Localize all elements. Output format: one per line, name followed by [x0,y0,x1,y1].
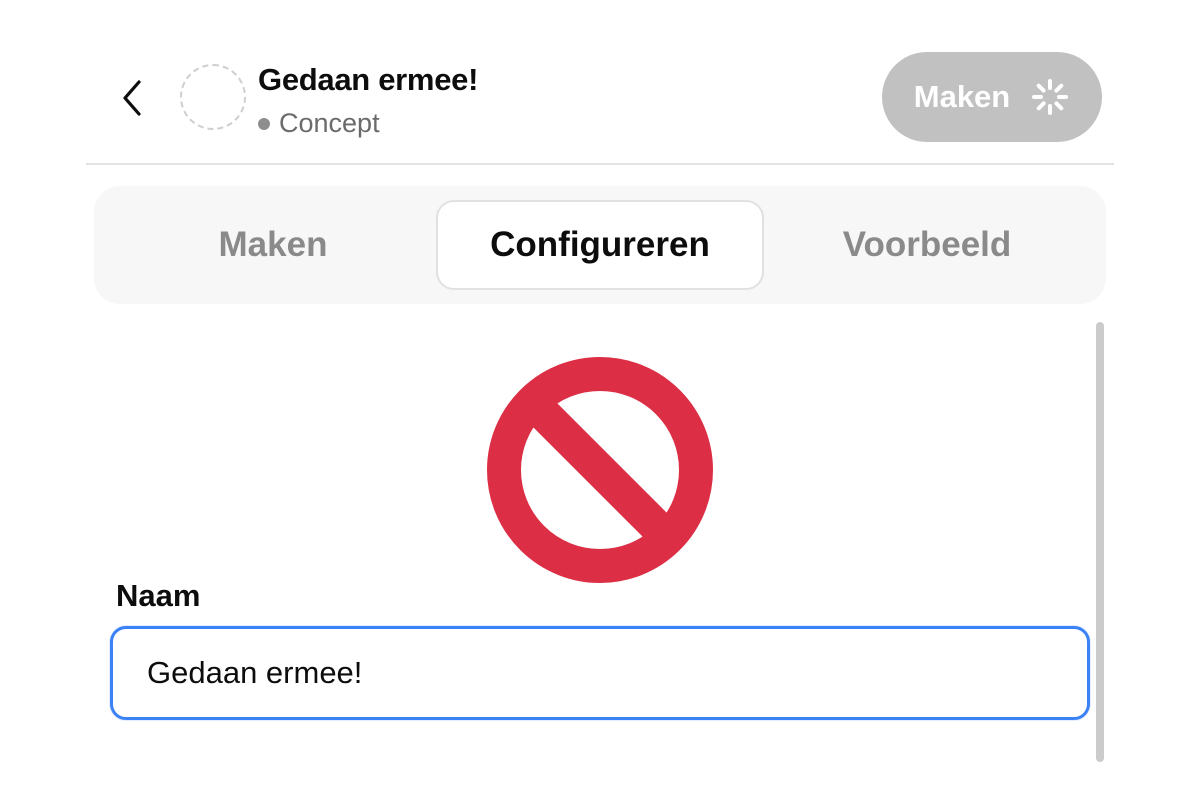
create-button-label: Maken [913,79,1011,114]
tab-preview[interactable]: Voorbeeld [764,200,1090,290]
gpt-avatar-placeholder[interactable] [180,64,246,130]
status-indicator: Concept [258,108,380,139]
name-field-label: Naam [116,578,201,613]
gpt-name: Gedaan ermee! [258,62,479,97]
prohibited-icon [487,357,713,583]
status-label: Concept [279,108,380,138]
tab-create[interactable]: Maken [114,200,432,290]
loading-spinner-icon [1032,79,1069,115]
tab-configure[interactable]: Configureren [436,200,764,290]
back-button[interactable] [110,76,154,120]
name-input[interactable] [110,626,1090,720]
chevron-left-icon [123,80,141,116]
status-dot-icon [258,117,270,130]
create-button[interactable]: Maken [882,52,1102,142]
header-divider [86,163,1114,165]
tab-bar: Maken Configureren Voorbeeld [94,186,1106,304]
gpt-editor: Gedaan ermee! Concept Maken Maken Config… [0,0,1200,800]
scrollbar[interactable] [1096,322,1104,762]
